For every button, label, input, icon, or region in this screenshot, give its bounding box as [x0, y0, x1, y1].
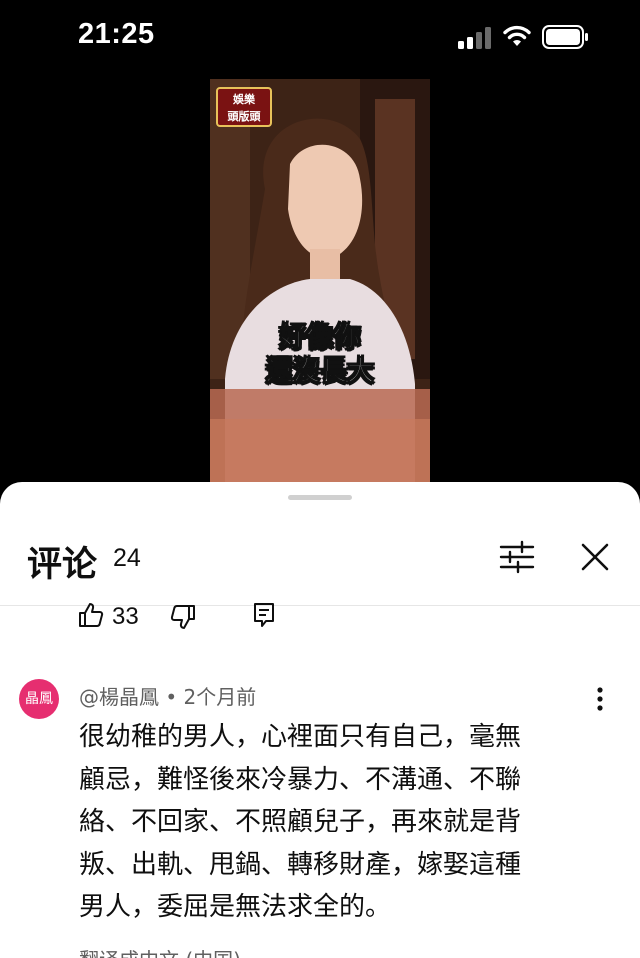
video-caption-line-1: 好像你 — [279, 322, 361, 354]
battery-icon — [542, 25, 588, 49]
drag-handle[interactable] — [288, 495, 352, 500]
comment-line: 顧忌，難怪後來冷暴力、不溝通、不聯 — [79, 764, 522, 795]
comments-count: 24 — [113, 544, 141, 572]
video-player[interactable]: 娛樂 頭版頭 好像你 還沒長大 — [210, 79, 430, 484]
comment-action-row: 33 — [0, 602, 640, 638]
comment-line: 絡、不回家、不照顧兒子，再來就是背 — [79, 807, 522, 837]
translate-link[interactable]: 翻译成中文 (中国) — [79, 944, 241, 958]
comment-line: 叛、出軌、甩鍋、轉移財產，嫁娶這種 — [79, 849, 522, 880]
comment-author[interactable]: @楊晶鳳 — [79, 685, 159, 709]
channel-logo: 娛樂 頭版頭 — [216, 87, 272, 127]
reply-icon[interactable] — [252, 602, 276, 628]
video-caption-line-2: 還沒長大 — [266, 356, 375, 388]
close-icon[interactable] — [578, 540, 612, 574]
wifi-icon — [503, 25, 531, 46]
like-count: 33 — [112, 603, 139, 630]
channel-logo-line-2: 頭版頭 — [227, 110, 261, 123]
thumbs-down-icon[interactable] — [170, 604, 196, 630]
status-time: 21:25 — [78, 18, 155, 50]
sliders-icon[interactable] — [498, 540, 536, 574]
more-options-icon[interactable] — [590, 685, 610, 713]
avatar[interactable]: 晶鳳 — [19, 679, 59, 719]
comments-sheet: 评论 24 33 晶鳳 @楊晶鳳 • 2个月前 很幼稚的男人，心裡面只有自己，毫… — [0, 482, 640, 958]
comment-line: 男人，委屈是無法求全的。 — [79, 892, 392, 922]
signal-icon — [458, 27, 491, 49]
comment-meta: @楊晶鳳 • 2个月前 — [79, 681, 256, 710]
comment-line: 很幼稚的男人，心裡面只有自己，毫無 — [79, 722, 522, 752]
video-frame-image — [210, 79, 430, 484]
comments-title: 评论 — [27, 545, 98, 585]
channel-logo-line-1: 娛樂 — [233, 93, 255, 106]
comment-text: 很幼稚的男人，心裡面只有自己，毫無 顧忌，難怪後來冷暴力、不溝通、不聯 絡、不回… — [79, 716, 599, 929]
meta-separator: • — [165, 685, 184, 709]
status-bar: 21:25 — [0, 0, 640, 78]
thumbs-up-icon[interactable] — [78, 602, 104, 628]
comment-time: 2个月前 — [183, 685, 257, 709]
